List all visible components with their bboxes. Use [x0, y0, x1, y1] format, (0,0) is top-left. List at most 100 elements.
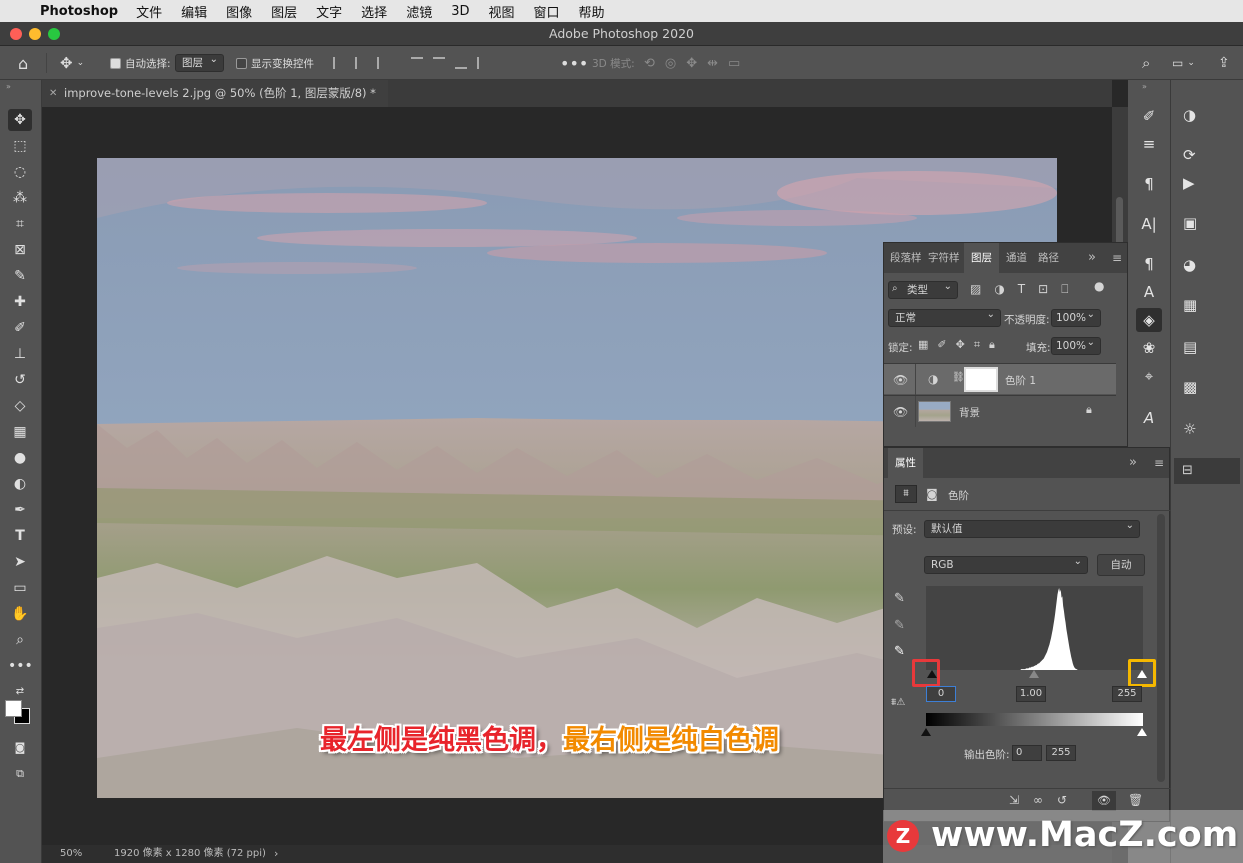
character-icon[interactable]: A| [1136, 212, 1162, 236]
workspace-icon[interactable]: ▭ ⌄ [1172, 46, 1195, 80]
history-brush-tool-icon[interactable]: ↺ [8, 369, 32, 391]
auto-select-checkbox[interactable]: 自动选择: [110, 46, 171, 80]
align-bottom-icon[interactable] [455, 57, 467, 69]
preset-dropdown[interactable]: 默认值 [924, 518, 1140, 538]
levels-adjustment-icon[interactable]: ⩩ [895, 485, 917, 503]
lasso-tool-icon[interactable]: ◌ [8, 161, 32, 183]
type-tool-icon[interactable]: T [8, 525, 32, 547]
align-right-icon[interactable] [377, 57, 389, 69]
healing-brush-tool-icon[interactable]: ✚ [8, 291, 32, 313]
channels-icon[interactable]: ❀ [1136, 336, 1162, 360]
stamp-tool-icon[interactable]: ⊥ [8, 343, 32, 365]
menu-type[interactable]: 文字 [316, 2, 342, 21]
input-black-field[interactable]: 0 [926, 686, 956, 702]
layer-row-background[interactable]: 👁︎ 背景 🔒︎ [884, 395, 1116, 427]
properties-footer-icons[interactable]: ⇲∞↺ [1009, 793, 1081, 807]
delete-icon[interactable]: 🗑︎ [1128, 793, 1143, 807]
3d-mode-icons[interactable]: ⟲◎✥⇹▭ [644, 46, 750, 80]
libraries-icon[interactable]: ▣ [1177, 210, 1217, 236]
learn-icon[interactable]: ☼ [1177, 416, 1217, 442]
quick-mask-icon[interactable]: ◙ [8, 737, 32, 759]
tab-paths[interactable]: 路径 [1038, 243, 1059, 273]
tab-character-styles[interactable]: 字符样 [928, 243, 960, 273]
hand-tool-icon[interactable]: ✋ [8, 603, 32, 625]
zoom-window-button[interactable] [48, 28, 60, 40]
minimize-window-button[interactable] [29, 28, 41, 40]
share-icon[interactable]: ⇪ [1218, 46, 1230, 80]
layer-name[interactable]: 色阶 1 [1005, 373, 1036, 388]
gray-point-eyedropper-icon[interactable]: ✎ [894, 618, 905, 633]
eye-icon[interactable]: 👁︎ [893, 405, 908, 419]
tab-properties[interactable]: 属性 [888, 448, 923, 478]
blur-tool-icon[interactable]: ● [8, 447, 32, 469]
distribute-icon[interactable] [477, 57, 489, 69]
frame-tool-icon[interactable]: ⊠ [8, 239, 32, 261]
panel-menu-icon[interactable]: ≡ [1154, 448, 1164, 478]
layers-icon[interactable]: ◈ [1136, 308, 1162, 332]
align-hcenter-icon[interactable] [355, 57, 367, 69]
layer-filter-icons[interactable]: ▨◑T⊡⎕ [970, 282, 1081, 297]
white-point-eyedropper-icon[interactable]: ✎ [894, 644, 905, 659]
eye-icon[interactable]: 👁︎ [893, 373, 908, 387]
document-tab[interactable]: ✕ improve-tone-levels 2.jpg @ 50% (色阶 1,… [42, 80, 388, 107]
gradient-tool-icon[interactable]: ▦ [8, 421, 32, 443]
collapse-toolbar-icon[interactable]: » [6, 82, 11, 91]
magic-wand-tool-icon[interactable]: ⁂ [8, 187, 32, 209]
menu-edit[interactable]: 编辑 [181, 2, 207, 21]
actions-play-icon[interactable]: ▶ [1177, 170, 1217, 196]
panel-collapse-icon[interactable]: » [1088, 243, 1096, 273]
layer-mask-thumbnail[interactable] [964, 367, 998, 392]
fill-input[interactable]: 100% [1051, 335, 1101, 355]
more-tools-icon[interactable]: ••• [8, 655, 33, 677]
tab-layers[interactable]: 图层 [964, 243, 999, 273]
auto-button[interactable]: 自动 [1097, 554, 1145, 576]
marquee-tool-icon[interactable]: ⬚ [8, 135, 32, 157]
zoom-tool-icon[interactable]: ⌕ [8, 629, 32, 651]
close-window-button[interactable] [10, 28, 22, 40]
close-tab-icon[interactable]: ✕ [49, 80, 57, 107]
properties-scrollbar[interactable] [1157, 514, 1165, 782]
brush-settings-icon[interactable]: ✐ [1136, 104, 1162, 128]
expand-panels-icon[interactable]: » [1142, 82, 1147, 91]
path-selection-tool-icon[interactable]: ➤ [8, 551, 32, 573]
opacity-input[interactable]: 100% [1051, 307, 1101, 327]
menu-filter[interactable]: 滤镜 [406, 2, 432, 21]
channel-dropdown[interactable]: RGB [924, 554, 1088, 574]
lock-icon[interactable]: 🔒︎ [1086, 403, 1092, 417]
crop-tool-icon[interactable]: ⌗ [8, 213, 32, 235]
input-white-field[interactable]: 255 [1112, 686, 1142, 702]
color-icon[interactable]: ◕ [1177, 252, 1217, 278]
output-black-field[interactable]: 0 [1012, 745, 1042, 761]
move-tool-preset-icon[interactable]: ✥ ⌄ [60, 46, 84, 80]
layer-row-levels[interactable]: 👁︎ ◑ ⛓ 色阶 1 [884, 363, 1116, 395]
auto-select-dropdown[interactable]: 图层 [175, 52, 224, 72]
tab-channels[interactable]: 通道 [1006, 243, 1027, 273]
paragraph-styles-icon[interactable]: ¶ [1136, 252, 1162, 276]
menu-window[interactable]: 窗口 [534, 2, 560, 21]
patterns-icon[interactable]: ▩ [1177, 374, 1217, 400]
paragraph-icon[interactable]: ¶ [1136, 172, 1162, 196]
paths-icon[interactable]: ⌖ [1136, 364, 1162, 388]
show-transform-checkbox[interactable]: 显示变换控件 [236, 46, 314, 80]
mask-properties-icon[interactable]: ◙ [922, 485, 942, 503]
panel-menu-icon[interactable]: ≡ [1112, 243, 1122, 273]
menu-view[interactable]: 视图 [488, 2, 514, 21]
screen-mode-icon[interactable]: ⧉ [8, 763, 32, 785]
brush-tool-icon[interactable]: ✐ [8, 317, 32, 339]
menu-help[interactable]: 帮助 [579, 2, 605, 21]
tab-paragraph-styles[interactable]: 段落样 [890, 243, 922, 273]
blend-mode-dropdown[interactable]: 正常 [888, 307, 1001, 327]
gradients-icon[interactable]: ▤ [1177, 334, 1217, 360]
properties-icon[interactable]: ⊟ [1174, 458, 1240, 484]
move-tool-icon[interactable]: ✥ [8, 109, 32, 131]
panel-collapse-icon[interactable]: » [1129, 448, 1137, 478]
input-gamma-field[interactable]: 1.00 [1016, 686, 1046, 702]
pen-tool-icon[interactable]: ✒ [8, 499, 32, 521]
zoom-level[interactable]: 50% [60, 845, 82, 863]
layer-filter-dropdown[interactable]: 类型 [888, 279, 958, 299]
adjustments-icon[interactable]: ◑ [1177, 102, 1217, 128]
brushes-icon[interactable]: ≡ [1136, 132, 1162, 156]
menu-layer[interactable]: 图层 [271, 2, 297, 21]
dodge-tool-icon[interactable]: ◐ [8, 473, 32, 495]
output-black-slider[interactable] [921, 728, 931, 736]
